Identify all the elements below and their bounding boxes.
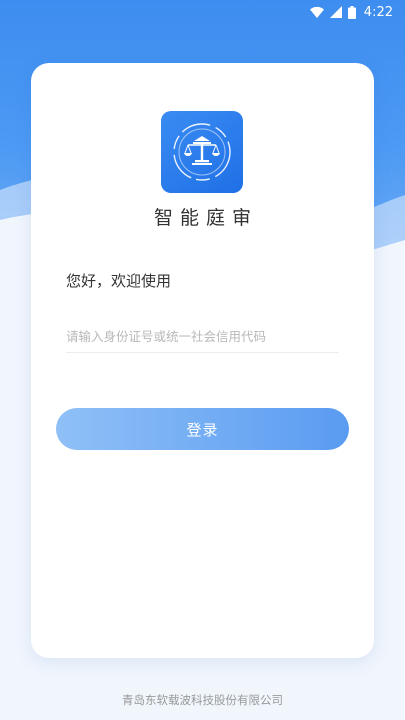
id-number-input[interactable] [66, 321, 339, 353]
app-logo [161, 111, 243, 193]
battery-icon [347, 5, 356, 19]
status-time: 4:22 [363, 4, 393, 20]
app-name: 智能庭审 [153, 207, 258, 229]
login-card: 智能庭审 您好，欢迎使用 登录 [31, 63, 374, 658]
status-bar: 4:22 [0, 0, 405, 24]
company-footer: 青岛东软载波科技股份有限公司 [122, 693, 283, 707]
scales-of-justice-icon [173, 123, 231, 181]
wifi-icon [309, 6, 324, 18]
greeting-text: 您好，欢迎使用 [66, 272, 172, 290]
signal-icon [329, 6, 342, 18]
login-button[interactable]: 登录 [56, 408, 349, 450]
